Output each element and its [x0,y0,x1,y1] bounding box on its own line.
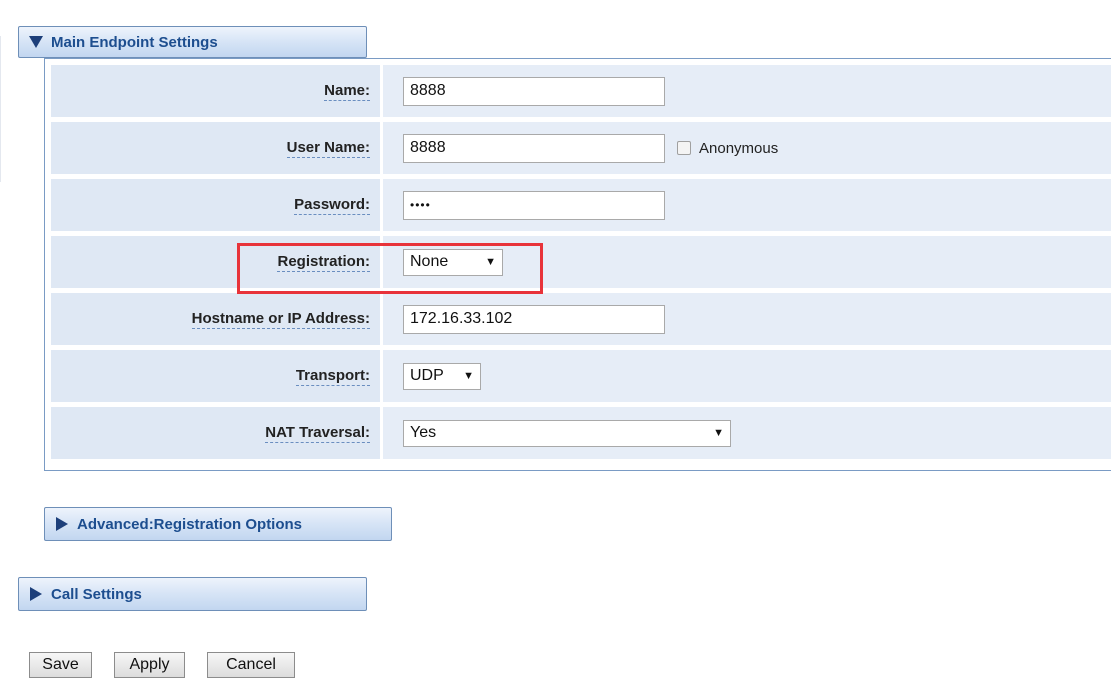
call-settings-header[interactable]: Call Settings [18,577,367,611]
registration-highlight-box [237,243,543,294]
triangle-right-icon [51,513,73,535]
name-row: Name: 8888 [51,65,1111,117]
call-settings-label: Call Settings [51,585,142,603]
name-label: Name: [324,81,370,101]
transport-select[interactable]: UDP ▼ [403,362,481,390]
hostname-label: Hostname or IP Address: [191,309,370,329]
triangle-right-icon [25,583,47,605]
cancel-button[interactable]: Cancel [207,652,295,678]
left-edge-divider [0,36,11,182]
anonymous-option: Anonymous [677,140,778,157]
main-endpoint-settings-label: Main Endpoint Settings [51,33,218,51]
user-name-row: User Name: 8888 Anonymous [51,122,1111,174]
triangle-down-icon [25,31,47,53]
user-name-label: User Name: [286,138,370,158]
caret-down-icon: ▼ [463,370,474,382]
save-button[interactable]: Save [29,652,92,678]
nat-traversal-select[interactable]: Yes ▼ [403,419,731,447]
user-name-input[interactable]: 8888 [403,133,665,163]
anonymous-label: Anonymous [699,139,779,157]
main-endpoint-settings-header[interactable]: Main Endpoint Settings [18,26,367,58]
password-input[interactable]: •••• [403,190,665,220]
advanced-registration-options-label: Advanced:Registration Options [77,515,303,533]
nat-traversal-selected-value: Yes [410,424,437,441]
hostname-input[interactable]: 172.16.33.102 [403,304,665,334]
name-input[interactable]: 8888 [403,76,665,106]
transport-label: Transport: [295,366,370,386]
anonymous-checkbox[interactable] [677,141,691,155]
password-label: Password: [294,195,370,215]
caret-down-icon: ▼ [713,427,724,439]
nat-traversal-label: NAT Traversal: [265,423,370,443]
advanced-registration-options-header[interactable]: Advanced:Registration Options [44,507,392,541]
main-endpoint-form: Name: 8888 User Name: 8888 Anonymous Pas… [44,58,1111,471]
password-row: Password: •••• [51,179,1111,231]
nat-traversal-row: NAT Traversal: Yes ▼ [51,407,1111,459]
transport-row: Transport: UDP ▼ [51,350,1111,402]
registration-row: Registration: None ▼ [51,236,1111,288]
apply-button[interactable]: Apply [114,652,185,678]
transport-selected-value: UDP [410,367,444,384]
hostname-row: Hostname or IP Address: 172.16.33.102 [51,293,1111,345]
